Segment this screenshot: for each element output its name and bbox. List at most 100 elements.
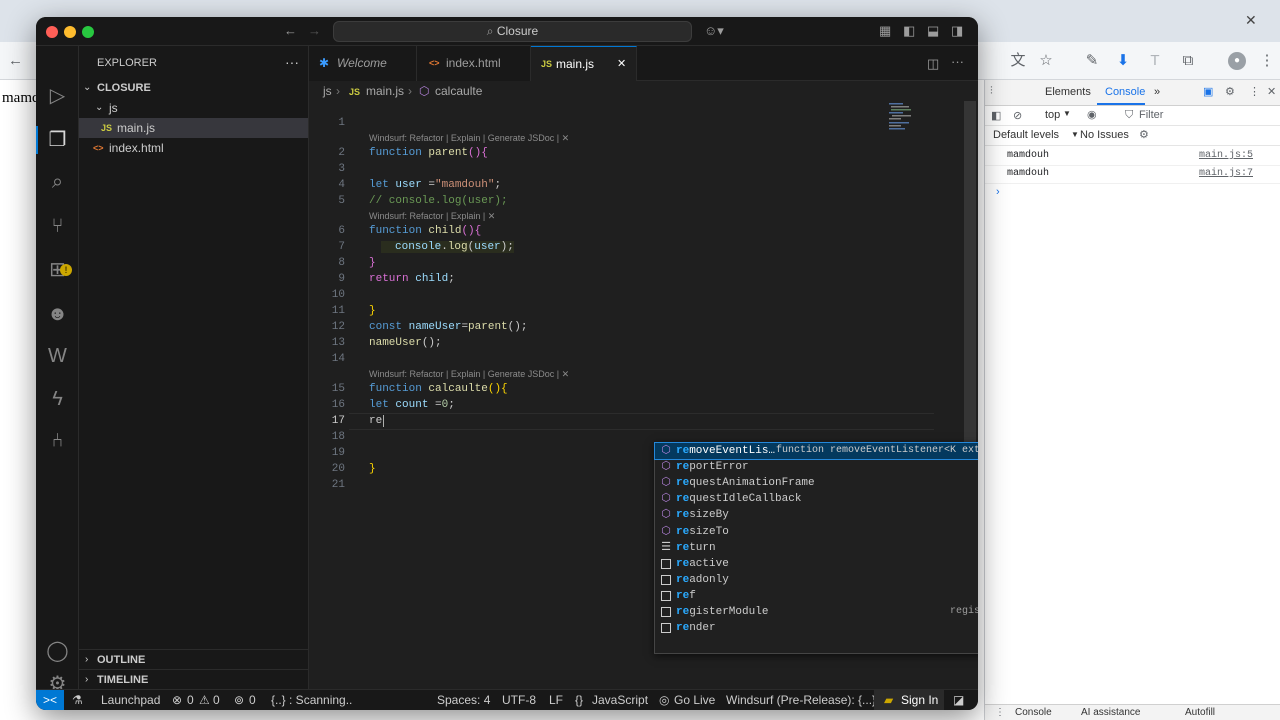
- suggestion-item[interactable]: readonlyreadonly: [655, 572, 978, 588]
- issues-label[interactable]: No Issues: [1080, 129, 1129, 141]
- drawer-tab-ai-assistance[interactable]: AI assistance: [1081, 707, 1140, 718]
- drawer-tab-console[interactable]: Console: [1015, 707, 1052, 718]
- context-select[interactable]: top: [1045, 109, 1060, 121]
- source-link[interactable]: main.js:5: [1199, 150, 1253, 161]
- layout-icon[interactable]: ▦: [879, 23, 891, 39]
- indentation-status[interactable]: Spaces: 4: [437, 690, 490, 710]
- codelens-child[interactable]: Windsurf: Refactor | Explain | ✕: [369, 211, 495, 222]
- download-icon[interactable]: ⬇: [1114, 52, 1132, 70]
- file-index-html[interactable]: <> index.html: [79, 138, 308, 158]
- toggle-secondary-sidebar-icon[interactable]: ◨: [951, 23, 963, 39]
- folder-js[interactable]: ⌄ js: [79, 98, 308, 118]
- forward-arrow-icon[interactable]: →: [308, 23, 321, 39]
- extensions-icon[interactable]: ⊞!: [36, 256, 79, 284]
- close-icon[interactable]: ✕: [1245, 12, 1257, 29]
- minimap[interactable]: [889, 103, 919, 133]
- suggestion-item[interactable]: ☰ return: [655, 540, 978, 556]
- lightning-icon[interactable]: ϟ: [36, 385, 79, 413]
- folder-root[interactable]: ⌄ CLOSURE: [79, 78, 308, 98]
- sidebar-toggle-icon[interactable]: ◧: [991, 109, 1001, 122]
- go-live-button[interactable]: Go Live: [674, 690, 715, 710]
- issues-badge-icon[interactable]: ▣: [1203, 85, 1213, 98]
- eyedropper-icon[interactable]: ✎: [1083, 52, 1101, 70]
- error-count[interactable]: 0: [187, 690, 194, 710]
- eol-status[interactable]: LF: [549, 690, 563, 710]
- close-window-button[interactable]: [46, 26, 58, 38]
- tab-console[interactable]: Console: [1105, 86, 1145, 98]
- explorer-files-icon[interactable]: ❐: [36, 126, 79, 154]
- account-icon[interactable]: ◯: [36, 637, 79, 665]
- suggestion-item[interactable]: refref: [655, 588, 978, 604]
- tab-index-html[interactable]: <> index.html: [417, 46, 531, 81]
- close-tab-icon[interactable]: ✕: [617, 47, 626, 81]
- back-arrow-icon[interactable]: ←: [284, 23, 297, 39]
- profile-avatar-icon[interactable]: ●: [1228, 52, 1246, 70]
- toggle-sidebar-icon[interactable]: ◧: [903, 23, 915, 39]
- notifications-bell-icon[interactable]: ◪: [953, 690, 964, 710]
- breadcrumb-folder[interactable]: js: [323, 81, 332, 101]
- close-icon[interactable]: ✕: [1267, 85, 1276, 98]
- source-control-icon[interactable]: ⑂: [36, 212, 79, 240]
- more-icon[interactable]: ⋮: [1258, 52, 1276, 70]
- breadcrumb-symbol[interactable]: calcaulte: [435, 81, 482, 101]
- timeline-section[interactable]: › TIMELINE: [79, 669, 308, 689]
- search-icon[interactable]: ⌕: [36, 168, 79, 196]
- breadcrumb-file[interactable]: main.js: [366, 81, 404, 101]
- tab-main-js[interactable]: JS main.js ✕: [531, 46, 637, 81]
- encoding-status[interactable]: UTF-8: [502, 690, 536, 710]
- tab-elements[interactable]: Elements: [1045, 86, 1091, 98]
- suggestion-item[interactable]: renderrender: [655, 620, 978, 636]
- star-icon[interactable]: ☆: [1037, 52, 1055, 70]
- filter-input[interactable]: Filter: [1139, 109, 1163, 121]
- git-graph-icon[interactable]: ⑃: [36, 427, 79, 455]
- drawer-menu-icon[interactable]: ⋮: [995, 707, 1005, 718]
- copilot-icon[interactable]: ☺▾: [704, 23, 724, 39]
- command-center-search[interactable]: ⌕ Closure: [333, 21, 692, 42]
- text-icon[interactable]: T: [1146, 52, 1164, 70]
- run-debug-icon[interactable]: ▷: [36, 82, 79, 110]
- levels-select[interactable]: Default levels: [993, 129, 1059, 141]
- windsurf-status[interactable]: Windsurf (Pre-Release): {...}: [726, 690, 876, 710]
- tab-welcome[interactable]: ✱ Welcome: [309, 46, 417, 81]
- codelens-parent[interactable]: Windsurf: Refactor | Explain | Generate …: [369, 133, 569, 144]
- extensions-icon[interactable]: ⧉: [1179, 52, 1197, 70]
- source-link[interactable]: main.js:7: [1199, 168, 1253, 179]
- back-arrow-icon[interactable]: ←: [8, 52, 23, 69]
- remote-indicator[interactable]: ><: [36, 690, 64, 710]
- windsurf-icon[interactable]: W: [36, 342, 79, 370]
- suggestion-item[interactable]: ⬡ removeEventLis… function removeEventList…: [654, 441, 978, 461]
- settings-gear-icon[interactable]: ⚙: [1225, 85, 1235, 98]
- drawer-tab-autofill[interactable]: Autofill: [1185, 707, 1215, 718]
- eye-icon[interactable]: ◉: [1087, 108, 1097, 121]
- more-icon[interactable]: ···: [951, 54, 964, 70]
- scanning-status[interactable]: {..} : Scanning..: [271, 690, 352, 710]
- copilot-chat-icon[interactable]: ☻: [36, 300, 79, 328]
- clear-console-icon[interactable]: ⊘: [1013, 109, 1022, 122]
- sign-in-button[interactable]: ▰ Sign In: [874, 690, 944, 710]
- vertical-scrollbar[interactable]: [964, 101, 976, 471]
- maximize-window-button[interactable]: [82, 26, 94, 38]
- more-tabs-icon[interactable]: »: [1154, 86, 1160, 98]
- console-prompt[interactable]: ›: [996, 186, 1000, 198]
- warning-count[interactable]: 0: [213, 690, 220, 710]
- file-main-js[interactable]: JS main.js: [79, 118, 308, 138]
- launchpad-button[interactable]: Launchpad: [101, 690, 160, 710]
- ports-count[interactable]: 0: [249, 690, 256, 710]
- codelens-calc[interactable]: Windsurf: Refactor | Explain | Generate …: [369, 369, 569, 380]
- minimize-window-button[interactable]: [64, 26, 76, 38]
- dock-icon[interactable]: ⫶: [990, 85, 993, 98]
- more-icon[interactable]: ⋮: [1249, 85, 1260, 98]
- suggestion-item[interactable]: ⬡ reportError: [655, 459, 978, 475]
- settings-gear-icon[interactable]: ⚙: [1139, 128, 1149, 141]
- outline-section[interactable]: › OUTLINE: [79, 649, 308, 669]
- suggestion-item[interactable]: ⬡ resizeBy: [655, 507, 978, 523]
- suggestion-item[interactable]: ⬡ requestAnimationFrame: [655, 475, 978, 491]
- suggestion-item[interactable]: ⬡ resizeTo: [655, 524, 978, 540]
- suggestion-item[interactable]: reactivereactive: [655, 556, 978, 572]
- translate-icon[interactable]: 文: [1009, 52, 1027, 70]
- split-editor-icon[interactable]: ◫: [927, 56, 939, 72]
- suggestion-item[interactable]: registerModuleregisterModule: [655, 604, 978, 620]
- suggestion-item[interactable]: ⬡ requestIdleCallback: [655, 491, 978, 507]
- more-icon[interactable]: ···: [285, 54, 299, 70]
- toggle-panel-icon[interactable]: ⬓: [927, 23, 939, 39]
